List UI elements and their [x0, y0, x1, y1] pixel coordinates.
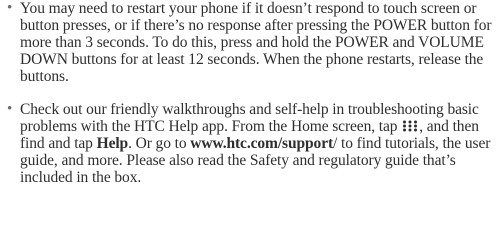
bullet-marker: • — [7, 0, 13, 16]
list-item-help: • Check out our friendly walkthroughs an… — [0, 101, 501, 186]
list-item-restart: • You may need to restart your phone if … — [0, 0, 501, 85]
help-text-part3: . Or go to — [128, 135, 191, 152]
bullet-list: • You may need to restart your phone if … — [0, 0, 501, 186]
page: • You may need to restart your phone if … — [0, 0, 501, 251]
help-app-label: Help — [96, 135, 129, 152]
support-url-link[interactable]: www.htc.com/support — [190, 135, 333, 152]
apps-grid-icon — [402, 120, 418, 132]
bullet-marker: • — [7, 101, 13, 117]
restart-instructions-text: You may need to restart your phone if it… — [20, 0, 492, 85]
